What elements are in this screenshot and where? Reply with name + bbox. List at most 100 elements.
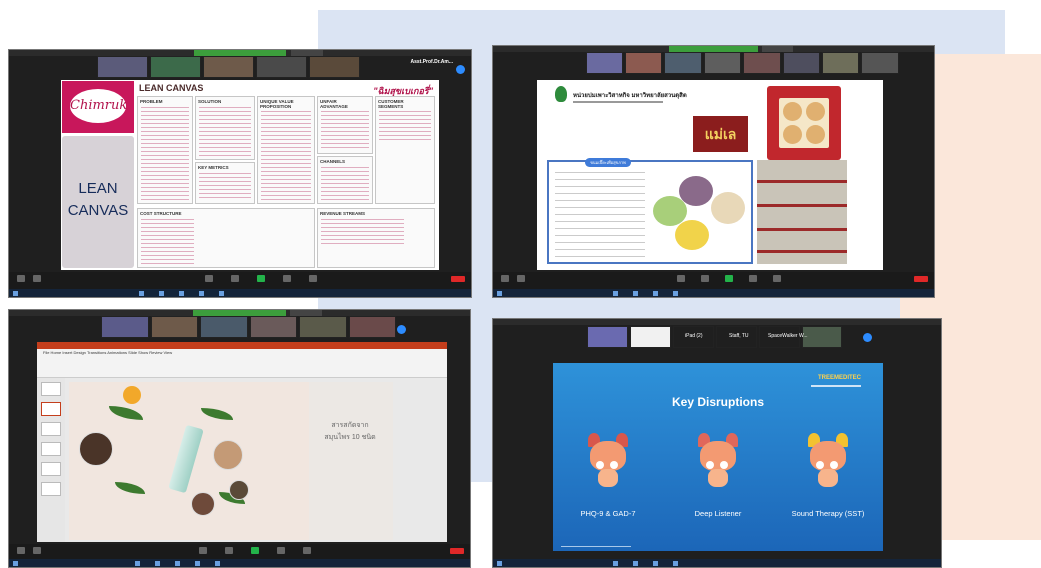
chat-button[interactable] — [231, 275, 239, 282]
participant-video[interactable] — [664, 52, 702, 74]
participant-video[interactable] — [299, 316, 347, 338]
slide-thumbnail[interactable] — [41, 382, 61, 396]
chat-button[interactable] — [225, 547, 233, 554]
app-icon[interactable] — [175, 561, 180, 566]
ribbon-tabs[interactable]: File Home Insert Design Transitions Anim… — [43, 350, 172, 355]
mute-button[interactable] — [17, 275, 25, 282]
slide-thumbnail[interactable] — [41, 462, 61, 476]
app-icon[interactable] — [613, 561, 618, 566]
video-button[interactable] — [517, 275, 525, 282]
app-icon[interactable] — [139, 291, 144, 296]
participant-video[interactable] — [782, 52, 820, 74]
slide-thumbnail[interactable] — [41, 442, 61, 456]
participant-video[interactable] — [703, 52, 742, 74]
reactions-button[interactable] — [773, 275, 781, 282]
mascot-phq9 — [584, 433, 632, 489]
herb-bowl — [191, 492, 215, 516]
video-button[interactable] — [33, 547, 41, 554]
chimruk-logo: Chimruk — [62, 81, 134, 133]
participant-video[interactable] — [249, 316, 298, 338]
app-icon[interactable] — [179, 291, 184, 296]
mute-button[interactable] — [17, 547, 25, 554]
slide-thumbnail[interactable] — [41, 482, 61, 496]
leave-button[interactable] — [914, 276, 928, 282]
app-icon[interactable] — [219, 291, 224, 296]
participant-video[interactable] — [101, 316, 149, 338]
participant-video[interactable] — [348, 316, 397, 338]
app-icon[interactable] — [159, 291, 164, 296]
participant-video[interactable] — [200, 316, 248, 338]
app-icon[interactable] — [199, 291, 204, 296]
participant-strip — [585, 52, 899, 74]
participant-video[interactable] — [861, 52, 899, 74]
app-icon[interactable] — [673, 561, 678, 566]
participant-video[interactable] — [256, 56, 308, 78]
app-icon[interactable] — [653, 291, 658, 296]
participant-video[interactable] — [309, 56, 361, 78]
zoom-window-product: หน่วยบ่มเพาะวิสาหกิจ มหาวิทยาลัยสวนดุสิต… — [492, 45, 935, 298]
participant-video[interactable] — [202, 56, 254, 78]
treemeditec-logo: TREEMEDITEC — [817, 375, 861, 381]
participant-video[interactable] — [629, 326, 671, 348]
share-screen-button[interactable] — [725, 275, 733, 282]
record-button[interactable] — [283, 275, 291, 282]
next-participants-arrow-icon[interactable] — [456, 65, 465, 74]
participants-button[interactable] — [199, 547, 207, 554]
next-participants-arrow-icon[interactable] — [863, 333, 872, 342]
app-icon[interactable] — [653, 561, 658, 566]
slide-canvas[interactable]: สารสกัดจาก สมุนไพร 10 ชนิด — [69, 382, 393, 540]
participant-video[interactable] — [585, 52, 623, 74]
record-button[interactable] — [277, 547, 285, 554]
collage: Asst.Prof.Dr.Am... Chimruk LEAN CANVAS L… — [0, 0, 1041, 568]
windows-taskbar — [9, 289, 471, 297]
store-shelf-photo — [757, 160, 847, 264]
participant-video[interactable] — [821, 52, 860, 74]
participant-video[interactable] — [96, 56, 148, 78]
start-icon[interactable] — [497, 291, 502, 296]
app-icon[interactable] — [215, 561, 220, 566]
app-icon[interactable] — [195, 561, 200, 566]
app-icon[interactable] — [633, 291, 638, 296]
slide-text: สารสกัดจาก สมุนไพร 10 ชนิด — [324, 422, 376, 441]
participants-button[interactable] — [677, 275, 685, 282]
participant-video[interactable] — [625, 52, 663, 74]
participant-video[interactable] — [150, 316, 199, 338]
share-screen-button[interactable] — [251, 547, 259, 554]
chat-button[interactable] — [701, 275, 709, 282]
reactions-button[interactable] — [303, 547, 311, 554]
next-participants-arrow-icon[interactable] — [397, 325, 406, 334]
participant-video[interactable] — [743, 52, 781, 74]
participant-video[interactable] — [587, 326, 628, 348]
slide-thumbnail[interactable] — [41, 422, 61, 436]
leave-button[interactable] — [450, 548, 464, 554]
leave-button[interactable] — [451, 276, 465, 282]
app-icon[interactable] — [613, 291, 618, 296]
app-icon[interactable] — [633, 561, 638, 566]
zoom-window-lean-canvas: Asst.Prof.Dr.Am... Chimruk LEAN CANVAS L… — [8, 49, 472, 298]
flower-image — [123, 386, 141, 404]
slide-title: Key Disruptions — [671, 395, 764, 409]
app-icon[interactable] — [135, 561, 140, 566]
pastry-image — [675, 220, 709, 250]
reactions-button[interactable] — [309, 275, 317, 282]
participant-video[interactable] — [149, 56, 201, 78]
share-screen-button[interactable] — [257, 275, 265, 282]
start-icon[interactable] — [13, 291, 18, 296]
video-button[interactable] — [33, 275, 41, 282]
app-icon[interactable] — [673, 291, 678, 296]
gift-box-image — [767, 86, 841, 160]
product-specs — [555, 172, 645, 260]
participants-button[interactable] — [205, 275, 213, 282]
box-unfair-advantage: UNFAIR ADVANTAGE — [317, 96, 373, 154]
app-icon[interactable] — [155, 561, 160, 566]
slide-subtitle — [573, 101, 663, 103]
slide-thumbnail[interactable] — [41, 402, 61, 416]
box-cost-structure: COST STRUCTURE — [137, 208, 315, 268]
start-icon[interactable] — [497, 561, 502, 566]
mute-button[interactable] — [501, 275, 509, 282]
mascot-deep-listener — [694, 433, 742, 489]
record-button[interactable] — [749, 275, 757, 282]
shared-screen-product: หน่วยบ่มเพาะวิสาหกิจ มหาวิทยาลัยสวนดุสิต… — [537, 80, 883, 270]
participant-video[interactable] — [801, 326, 843, 348]
start-icon[interactable] — [13, 561, 18, 566]
